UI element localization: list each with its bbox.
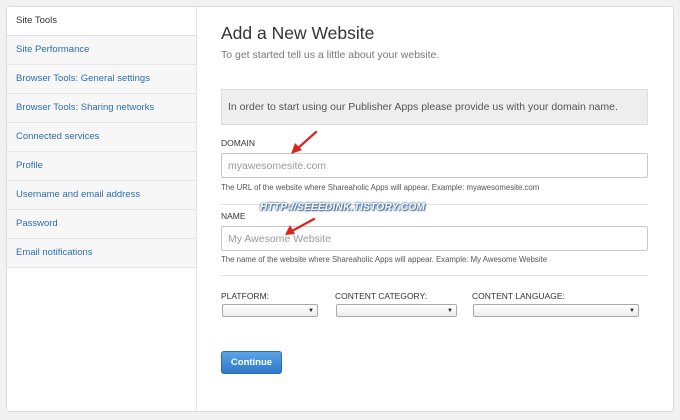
domain-input[interactable] — [221, 153, 648, 178]
triangle-down-icon: ▼ — [447, 308, 453, 314]
main-content: Add a New Website To get started tell us… — [197, 7, 673, 411]
triangle-down-icon: ▼ — [308, 308, 314, 314]
sidebar-item-password[interactable]: Password — [7, 210, 196, 239]
page-title: Add a New Website — [221, 23, 375, 43]
sidebar-item-browser-tools-general[interactable]: Browser Tools: General settings — [7, 65, 196, 94]
domain-label: DOMAIN — [221, 138, 255, 148]
domain-notice: In order to start using our Publisher Ap… — [221, 89, 648, 125]
sidebar-item-username-email[interactable]: Username and email address — [7, 181, 196, 210]
name-input[interactable] — [221, 226, 648, 251]
continue-button[interactable]: Continue — [221, 351, 282, 374]
sidebar-item-site-performance[interactable]: Site Performance — [7, 36, 196, 65]
divider — [221, 204, 648, 205]
platform-label: PLATFORM: — [221, 291, 270, 301]
settings-panel: Site Tools Site Performance Browser Tool… — [6, 6, 674, 412]
sidebar-item-profile[interactable]: Profile — [7, 152, 196, 181]
domain-help-text: The URL of the website where Shareaholic… — [221, 183, 540, 192]
name-label: NAME — [221, 211, 246, 221]
platform-select[interactable]: ▼ — [222, 304, 318, 317]
divider — [221, 275, 648, 276]
sidebar-item-browser-tools-sharing[interactable]: Browser Tools: Sharing networks — [7, 94, 196, 123]
content-language-select[interactable]: ▼ — [473, 304, 639, 317]
page-subtitle: To get started tell us a little about yo… — [221, 49, 440, 61]
content-language-label: CONTENT LANGUAGE: — [472, 291, 565, 301]
name-help-text: The name of the website where Shareaholi… — [221, 255, 548, 264]
sidebar-item-site-tools[interactable]: Site Tools — [7, 7, 196, 36]
content-category-label: CONTENT CATEGORY: — [335, 291, 428, 301]
sidebar-item-email-notifications[interactable]: Email notifications — [7, 239, 196, 268]
sidebar-item-connected-services[interactable]: Connected services — [7, 123, 196, 152]
triangle-down-icon: ▼ — [629, 308, 635, 314]
content-category-select[interactable]: ▼ — [336, 304, 457, 317]
sidebar: Site Tools Site Performance Browser Tool… — [7, 7, 197, 411]
